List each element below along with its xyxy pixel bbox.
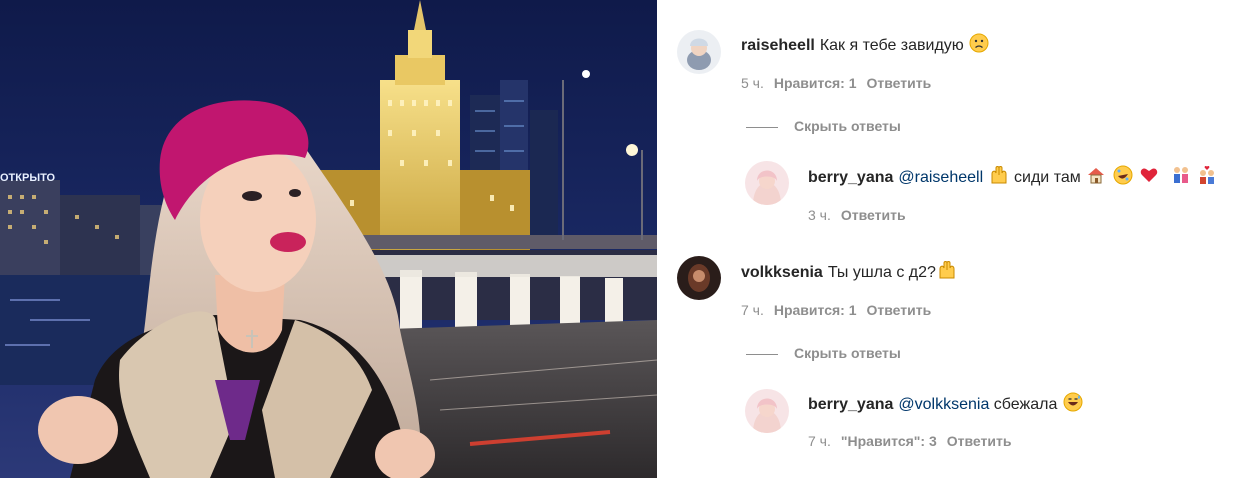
comment-time[interactable]: 5 ч. bbox=[741, 75, 764, 91]
hide-replies-button[interactable]: Скрыть ответы bbox=[746, 344, 901, 362]
reply-button[interactable]: Ответить bbox=[867, 75, 932, 91]
hide-replies-label: Скрыть ответы bbox=[794, 345, 901, 361]
house-icon bbox=[1086, 165, 1106, 192]
comments-panel: raiseheell Как я тебе завидую 5 ч. Нравитс… bbox=[657, 0, 1237, 478]
comment-username[interactable]: volkksenia bbox=[741, 264, 823, 281]
reply-meta: 7 ч. "Нравится": 3 Ответить bbox=[808, 432, 1021, 450]
raised-hands-icon bbox=[937, 260, 957, 287]
reply-text: berry_yana @raiseheell сиди там bbox=[808, 165, 1218, 192]
previous-comment-meta-edge bbox=[809, 0, 1009, 2]
reply-username[interactable]: berry_yana bbox=[808, 396, 893, 413]
toggle-line bbox=[746, 126, 778, 128]
reply-button[interactable]: Ответить bbox=[841, 207, 906, 223]
comment-body: Ты ушла с д2? bbox=[827, 264, 936, 281]
grinning-sweat-face-icon bbox=[1063, 392, 1083, 419]
reply-mention[interactable]: @raiseheell bbox=[898, 169, 983, 186]
hide-replies-button[interactable]: Скрыть ответы bbox=[746, 117, 901, 135]
reply-time[interactable]: 7 ч. bbox=[808, 433, 831, 449]
reply-likes[interactable]: "Нравится": 3 bbox=[841, 433, 937, 449]
comment-time[interactable]: 7 ч. bbox=[741, 302, 764, 318]
rofl-face-icon bbox=[1113, 165, 1133, 192]
reply-meta: 3 ч. Ответить bbox=[808, 206, 916, 224]
comment-meta: 7 ч. Нравится: 1 Ответить bbox=[741, 301, 941, 319]
comment-meta: 5 ч. Нравится: 1 Ответить bbox=[741, 74, 941, 92]
post-photo: ОТКРЫТО bbox=[0, 0, 657, 478]
couple-heart-icon bbox=[1197, 165, 1217, 192]
comment-likes[interactable]: Нравится: 1 bbox=[774, 302, 857, 318]
reply-time[interactable]: 3 ч. bbox=[808, 207, 831, 223]
sad-face-icon bbox=[969, 33, 989, 60]
red-heart-icon bbox=[1139, 165, 1159, 192]
hide-replies-label: Скрыть ответы bbox=[794, 118, 901, 134]
reply-body: сбежала bbox=[993, 396, 1058, 413]
comment-username[interactable]: raiseheell bbox=[741, 37, 815, 54]
reply-body: сиди там bbox=[1014, 169, 1081, 186]
reply-mention[interactable]: @volkksenia bbox=[898, 396, 989, 413]
toggle-line bbox=[746, 353, 778, 355]
reply-username[interactable]: berry_yana bbox=[808, 169, 893, 186]
avatar[interactable] bbox=[745, 389, 789, 433]
store-sign-text: ОТКРЫТО bbox=[0, 172, 56, 184]
raised-hands-icon bbox=[989, 165, 1009, 192]
reply-button[interactable]: Ответить bbox=[867, 302, 932, 318]
comment-text: volkksenia Ты ушла с д2? bbox=[741, 260, 958, 287]
avatar[interactable] bbox=[677, 30, 721, 74]
comment-body: Как я тебе завидую bbox=[819, 37, 964, 54]
family-icon bbox=[1171, 165, 1191, 192]
avatar[interactable] bbox=[745, 161, 789, 205]
comment-likes[interactable]: Нравится: 1 bbox=[774, 75, 857, 91]
comment-text: raiseheell Как я тебе завидую bbox=[741, 33, 990, 60]
reply-button[interactable]: Ответить bbox=[947, 433, 1012, 449]
avatar[interactable] bbox=[677, 256, 721, 300]
reply-text: berry_yana @volkksenia сбежала bbox=[808, 392, 1084, 419]
